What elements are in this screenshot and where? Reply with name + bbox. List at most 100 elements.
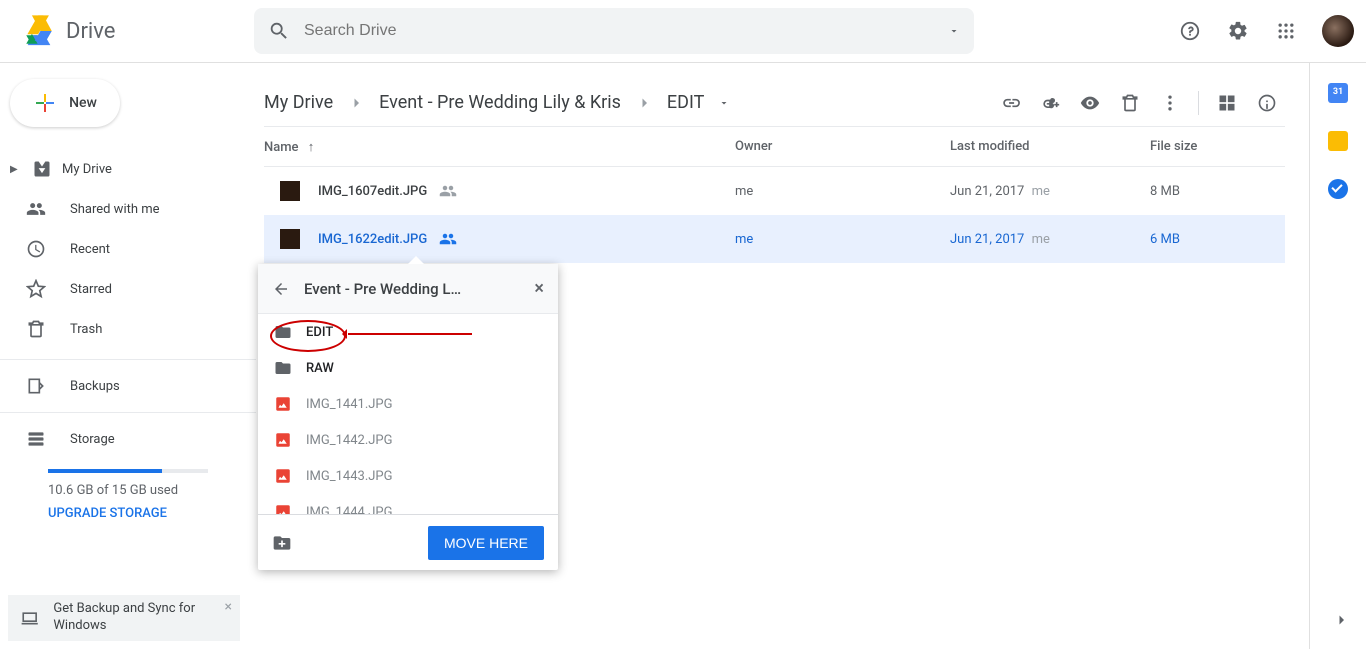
drive-logo-icon [20,14,58,48]
folder-icon [274,323,292,341]
popup-footer: MOVE HERE [258,514,558,570]
file-size: 8 MB [1150,184,1285,199]
get-link-button[interactable] [992,85,1028,121]
sort-arrow-up-icon: ↑ [308,140,315,155]
backup-icon [26,376,46,396]
toolbar-actions [992,85,1285,121]
sidebar-item-shared[interactable]: Shared with me [0,189,256,229]
search-input[interactable] [304,22,948,40]
chevron-down-icon[interactable] [948,25,960,37]
column-size[interactable]: File size [1150,139,1285,154]
backup-sync-promo[interactable]: Get Backup and Sync for Windows × [8,595,240,641]
popup-file-item[interactable]: IMG_1441.JPG [258,386,558,422]
preview-button[interactable] [1072,85,1108,121]
sidebar-item-label: Starred [70,282,112,297]
folder-icon [274,359,292,377]
grid-view-button[interactable] [1209,85,1245,121]
promo-text: Get Backup and Sync for Windows [53,601,228,635]
storage-used-text: 10.6 GB of 15 GB used [48,483,256,498]
popup-file-item[interactable]: IMG_1442.JPG [258,422,558,458]
search-box[interactable] [254,8,974,54]
move-here-button[interactable]: MOVE HERE [428,526,544,560]
column-name[interactable]: Name ↑ [264,139,735,155]
sidebar-item-label: Recent [70,242,110,257]
sidebar-item-trash[interactable]: Trash [0,309,256,349]
popup-folder-item[interactable]: EDIT [258,314,558,350]
sidebar-item-label: Shared with me [70,202,160,217]
more-button[interactable] [1152,85,1188,121]
column-modified[interactable]: Last modified [950,139,1150,154]
storage-icon [26,429,46,449]
sidebar-item-label: Trash [70,322,102,337]
sidebar-item-starred[interactable]: Starred [0,269,256,309]
chevron-right-icon: ▶ [10,164,22,175]
image-icon [274,431,292,449]
popup-file-item[interactable]: IMG_1444.JPG [258,494,558,514]
popup-item-label: IMG_1442.JPG [306,433,393,448]
file-owner: me [735,184,950,199]
image-icon [274,503,292,514]
collapse-rail-button[interactable] [1332,611,1350,629]
upgrade-storage-link[interactable]: UPGRADE STORAGE [48,506,256,521]
new-button-label: New [69,95,97,111]
popup-header: Event - Pre Wedding L… × [258,264,558,314]
share-button[interactable] [1032,85,1068,121]
app-name: Drive [66,19,115,44]
popup-item-label: EDIT [306,325,333,340]
breadcrumb: My Drive Event - Pre Wedding Lily & Kris… [264,92,730,113]
clock-icon [26,239,46,259]
breadcrumb-segment[interactable]: EDIT [667,92,704,113]
chevron-down-icon[interactable] [718,97,730,109]
back-button[interactable] [272,280,290,298]
popup-file-item[interactable]: IMG_1443.JPG [258,458,558,494]
popup-folder-item[interactable]: RAW [258,350,558,386]
new-button[interactable]: New [10,79,120,127]
app-header: Drive [0,0,1366,63]
sidebar-item-mydrive[interactable]: ▶ My Drive [0,149,256,189]
separator [1198,91,1199,115]
sidebar-item-recent[interactable]: Recent [0,229,256,269]
table-header: Name ↑ Owner Last modified File size [264,127,1285,167]
logo-block[interactable]: Drive [12,14,254,48]
apps-button[interactable] [1266,11,1306,51]
file-modified: Jun 21, 2017 me [950,184,1150,199]
storage-label: Storage [70,432,115,447]
info-button[interactable] [1249,85,1285,121]
file-thumbnail [280,229,300,249]
close-button[interactable]: × [534,278,544,299]
breadcrumb-segment[interactable]: My Drive [264,92,333,113]
image-icon [274,467,292,485]
delete-button[interactable] [1112,85,1148,121]
people-icon [26,199,46,219]
sidebar-item-backups[interactable]: Backups [0,366,256,406]
trash-icon [26,319,46,339]
file-name: IMG_1607edit.JPG [318,184,427,199]
right-rail [1310,63,1366,649]
sidebar-item-label: Backups [70,379,120,394]
calendar-app-icon[interactable] [1328,83,1348,103]
laptop-icon [20,607,39,629]
breadcrumb-segment[interactable]: Event - Pre Wedding Lily & Kris [379,92,621,113]
column-owner[interactable]: Owner [735,139,950,154]
new-folder-button[interactable] [272,533,292,553]
plus-icon [33,91,57,115]
file-row[interactable]: IMG_1607edit.JPG meJun 21, 2017 me8 MB [264,167,1285,215]
keep-app-icon[interactable] [1328,131,1348,151]
popup-item-label: IMG_1441.JPG [306,397,393,412]
shared-icon [439,230,457,248]
account-avatar[interactable] [1322,15,1354,47]
toolbar: My Drive Event - Pre Wedding Lily & Kris… [264,79,1285,127]
close-icon[interactable]: × [225,599,232,615]
popup-item-label: RAW [306,361,334,376]
file-size: 6 MB [1150,232,1285,247]
drive-icon [32,159,52,179]
file-name: IMG_1622edit.JPG [318,232,427,247]
search-icon [268,20,290,42]
tasks-app-icon[interactable] [1328,179,1348,199]
image-icon [274,395,292,413]
file-modified: Jun 21, 2017 me [950,232,1150,247]
help-button[interactable] [1170,11,1210,51]
settings-button[interactable] [1218,11,1258,51]
sidebar-item-storage[interactable]: Storage [0,419,256,459]
sidebar-item-label: My Drive [62,162,112,177]
